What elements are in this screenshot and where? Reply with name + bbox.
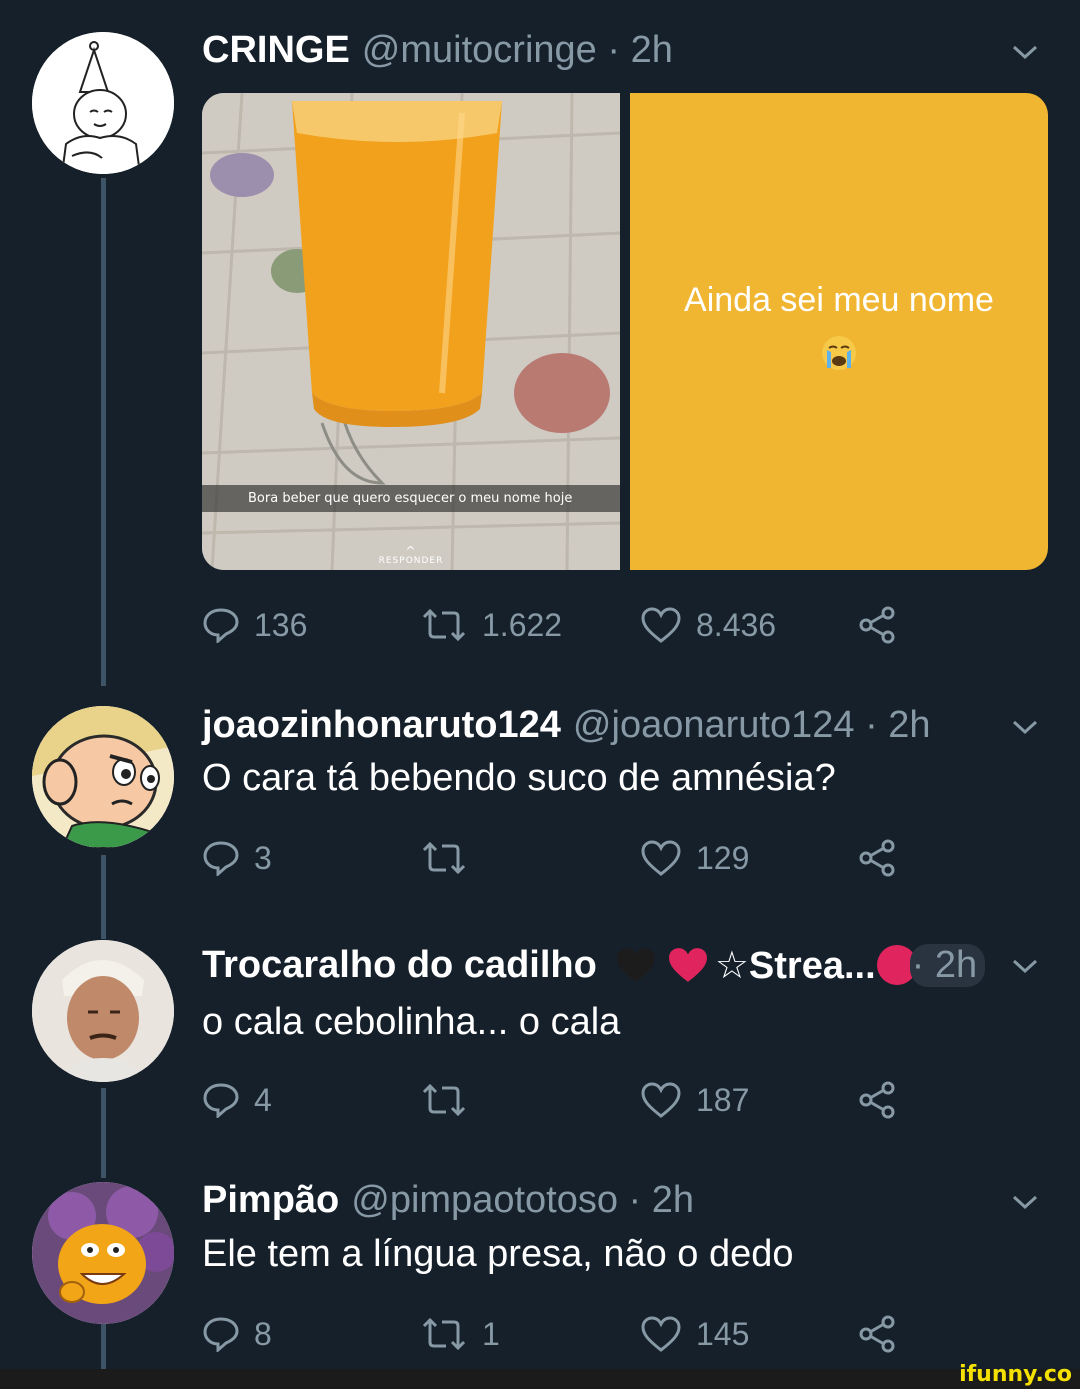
avatar[interactable]	[32, 706, 174, 848]
reply-count: 4	[254, 1081, 272, 1118]
thread-line	[101, 855, 106, 939]
tweet-header: Trocaralho do cadilho ☆Strea... · 2h	[202, 935, 1040, 995]
crying-emoji-icon	[822, 336, 856, 370]
share-icon	[859, 1315, 895, 1353]
reply-icon	[203, 608, 239, 643]
bottom-bar	[0, 1369, 1080, 1389]
reply-count: 8	[254, 1315, 272, 1352]
thread-line	[101, 1322, 106, 1370]
story-caption: Bora beber que quero esquecer o meu nome…	[202, 485, 620, 512]
retweet-count: 1	[482, 1315, 500, 1352]
timestamp[interactable]: 2h	[631, 29, 673, 72]
tweet-text: O cara tá bebendo suco de amnésia?	[202, 757, 836, 799]
tweet-header: CRINGE @muitocringe · 2h	[202, 20, 1040, 80]
reply-button[interactable]: 3	[202, 833, 272, 883]
share-button[interactable]	[858, 1309, 912, 1359]
like-button[interactable]: 145	[640, 1309, 749, 1359]
reply-count: 136	[254, 606, 308, 643]
timestamp[interactable]: 2h	[652, 1179, 694, 1222]
avatar[interactable]	[32, 940, 174, 1082]
black-heart-icon	[616, 948, 655, 982]
responder-label: ^ RESPONDER	[378, 544, 444, 566]
separator: ·	[865, 703, 878, 746]
heart-emoji-icon	[668, 948, 707, 982]
like-icon	[641, 1082, 681, 1118]
like-icon	[641, 1316, 681, 1352]
reply-button[interactable]: 136	[202, 600, 307, 650]
user-handle[interactable]: @joaonaruto124	[573, 704, 855, 747]
user-handle[interactable]: @muitocringe	[362, 29, 597, 72]
separator: ·	[628, 1178, 642, 1221]
timestamp[interactable]: 2h	[888, 704, 930, 747]
thread-line	[101, 1088, 106, 1178]
display-name[interactable]: joaozinhonaruto124	[202, 704, 561, 747]
retweet-icon	[422, 1083, 466, 1117]
share-button[interactable]	[858, 833, 912, 883]
avatar[interactable]	[32, 32, 174, 174]
display-name[interactable]: Trocaralho do cadilho	[202, 944, 597, 987]
retweet-button[interactable]	[420, 833, 482, 883]
reply-icon	[203, 1317, 239, 1352]
retweet-icon	[422, 841, 466, 875]
chevron-down-icon[interactable]	[1010, 42, 1040, 62]
like-button[interactable]: 8.436	[640, 600, 776, 650]
media-text-card[interactable]: Ainda sei meu nome	[630, 93, 1048, 570]
share-icon	[859, 1081, 895, 1119]
share-icon	[859, 839, 895, 877]
tweet-text: Ele tem a língua presa, não o dedo	[202, 1233, 794, 1275]
like-count: 129	[696, 839, 750, 876]
reply-count: 3	[254, 839, 272, 876]
ifunny-watermark: ifunny.co	[959, 1362, 1072, 1387]
share-button[interactable]	[858, 600, 912, 650]
like-count: 187	[696, 1081, 750, 1118]
avatar[interactable]	[32, 1182, 174, 1324]
chevron-down-icon[interactable]	[1010, 717, 1040, 737]
reply-button[interactable]: 8	[202, 1309, 272, 1359]
like-button[interactable]: 129	[640, 833, 749, 883]
retweet-button[interactable]: 1.622	[420, 600, 562, 650]
card-text: Ainda sei meu nome	[684, 281, 994, 319]
chevron-down-icon[interactable]	[1010, 956, 1040, 976]
like-icon	[641, 607, 681, 643]
thread-line	[101, 178, 106, 686]
like-icon	[641, 840, 681, 876]
retweet-icon	[422, 1317, 466, 1351]
separator: ·	[607, 28, 621, 71]
tweet-header: Pimpão @pimpaototoso · 2h	[202, 1170, 1040, 1230]
retweet-icon	[422, 608, 466, 642]
user-handle[interactable]: @pimpaototoso	[351, 1179, 618, 1222]
retweet-button[interactable]: 1	[420, 1309, 500, 1359]
media-photo[interactable]: Bora beber que quero esquecer o meu nome…	[202, 93, 620, 570]
tweet-text: o cala cebolinha... o cala	[202, 1001, 621, 1043]
display-name[interactable]: CRINGE	[202, 29, 350, 72]
reply-button[interactable]: 4	[202, 1075, 272, 1125]
reply-icon	[203, 841, 239, 876]
display-name[interactable]: Pimpão	[202, 1179, 339, 1222]
like-count: 8.436	[696, 606, 777, 643]
like-count: 145	[696, 1315, 750, 1352]
tweet-header: joaozinhonaruto124 @joaonaruto124 · 2h	[202, 695, 1040, 755]
timestamp[interactable]: · 2h	[909, 943, 986, 987]
retweet-count: 1.622	[482, 606, 563, 643]
like-button[interactable]: 187	[640, 1075, 749, 1125]
retweet-button[interactable]	[420, 1075, 482, 1125]
share-button[interactable]	[858, 1075, 912, 1125]
reply-icon	[203, 1083, 239, 1118]
chevron-down-icon[interactable]	[1010, 1192, 1040, 1212]
share-icon	[859, 606, 895, 644]
display-name-suffix[interactable]: ☆Strea...	[715, 943, 876, 988]
